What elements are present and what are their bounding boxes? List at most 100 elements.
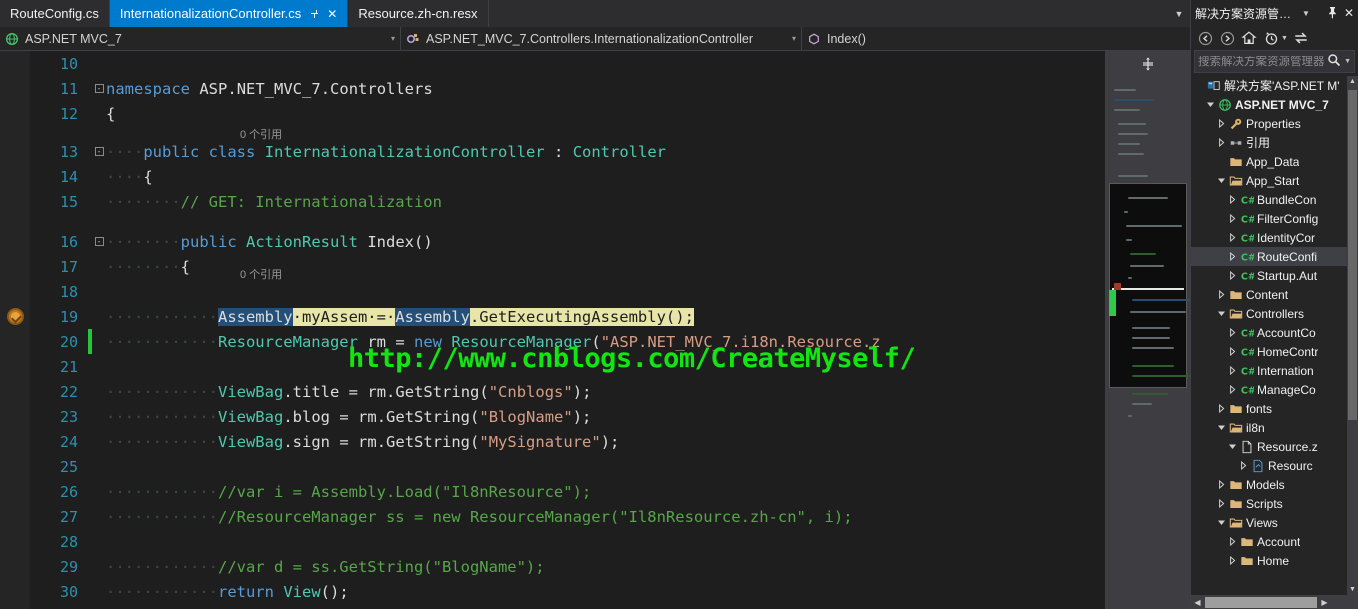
code-text[interactable]: ············ResourceManager rm = new Res… [106,333,1105,351]
home-button[interactable] [1240,29,1258,47]
code-text[interactable]: ············ViewBag.sign = rm.GetString(… [106,433,1105,451]
tree-item[interactable]: Models [1191,475,1347,494]
minimap-splitter-bar[interactable] [1106,51,1190,75]
expand-arrow-down-icon[interactable] [1215,518,1228,527]
expand-arrow-right-icon[interactable] [1226,537,1239,546]
code-line[interactable]: 13 - ····public class Internationalization… [30,139,1105,164]
code-line[interactable]: 18 [30,279,1105,304]
collapse-icon[interactable]: - [94,84,104,93]
code-text[interactable]: ············//ResourceManager ss = new R… [106,508,1105,526]
collapse-icon[interactable]: - [94,237,104,246]
code-line[interactable]: 24 ············ViewBag.sign = rm.GetStrin… [30,429,1105,454]
expand-arrow-right-icon[interactable] [1215,138,1228,147]
tree-item[interactable]: Views [1191,513,1347,532]
tree-item[interactable]: Properties [1191,114,1347,133]
back-button[interactable] [1196,29,1214,47]
chevron-down-icon[interactable]: ▾ [383,34,395,43]
tab-routeconfig[interactable]: RouteConfig.cs [0,0,110,27]
code-text[interactable]: ············return View(); [106,583,1105,601]
code-text[interactable]: ····public class InternationalizationCon… [106,143,1105,161]
tree-item[interactable]: 引用 [1191,133,1347,152]
editor-text-area[interactable]: 10 11- namespace ASP.NET_MVC_7.Controllers… [30,51,1105,609]
code-line[interactable]: 30 ············return View(); [30,579,1105,604]
code-line[interactable]: 22 ············ViewBag.title = rm.GetStri… [30,379,1105,404]
close-icon[interactable]: ✕ [1344,7,1354,19]
code-text[interactable]: ············//var i = Assembly.Load("Il8… [106,483,1105,501]
code-line[interactable]: 29 ············//var d = ss.GetString("Bl… [30,554,1105,579]
code-line[interactable]: 17 ········{ [30,254,1105,279]
chevron-down-icon[interactable]: ▾ [784,34,796,43]
expand-arrow-right-icon[interactable] [1226,556,1239,565]
tree-item[interactable]: Scripts [1191,494,1347,513]
expand-arrow-down-icon[interactable] [1204,100,1217,109]
code-text[interactable]: namespace ASP.NET_MVC_7.Controllers [106,80,1105,98]
tree-item[interactable]: Controllers [1191,304,1347,323]
editor-glyph-margin[interactable] [0,51,30,609]
expand-arrow-right-icon[interactable] [1215,480,1228,489]
code-line[interactable]: 20 ············ResourceManager rm = new R… [30,329,1105,354]
expand-arrow-right-icon[interactable] [1226,195,1239,204]
expand-arrow-right-icon[interactable] [1237,461,1250,470]
code-line[interactable]: 19 ············Assembly·myAssem·=·Assembl… [30,304,1105,329]
bookmark-icon[interactable] [7,308,24,325]
forward-button[interactable] [1218,29,1236,47]
navbar-project-dropdown[interactable]: ASP.NET MVC_7 ▾ [0,27,400,50]
scroll-up-arrow-icon[interactable]: ▲ [1347,76,1358,87]
pin-icon[interactable] [1327,6,1338,21]
code-line[interactable]: 28 [30,529,1105,554]
tree-item[interactable]: ASP.NET MVC_7 [1191,95,1347,114]
expand-arrow-down-icon[interactable] [1215,423,1228,432]
scroll-left-arrow-icon[interactable]: ◀ [1191,598,1204,607]
code-line[interactable]: 16 - ········public ActionResult Index() [30,229,1105,254]
expand-arrow-right-icon[interactable] [1226,347,1239,356]
tree-item[interactable]: C# IdentityCor [1191,228,1347,247]
expand-arrow-right-icon[interactable] [1226,385,1239,394]
horizontal-scroll-thumb[interactable] [1205,596,1317,608]
code-line[interactable]: 21 [30,354,1105,379]
navbar-member-dropdown[interactable]: Index() [802,27,1190,50]
tree-item[interactable]: il8n [1191,418,1347,437]
expand-arrow-right-icon[interactable] [1226,233,1239,242]
expand-arrow-right-icon[interactable] [1226,214,1239,223]
expand-arrow-right-icon[interactable] [1226,366,1239,375]
code-line[interactable]: 14 ····{ [30,164,1105,189]
expand-arrow-right-icon[interactable] [1215,404,1228,413]
code-text[interactable]: { [106,105,1105,123]
code-text[interactable]: ············//var d = ss.GetString("Blog… [106,558,1105,576]
tree-item[interactable]: C# Internation [1191,361,1347,380]
collapse-icon[interactable]: - [94,147,104,156]
code-line[interactable]: 12 { [30,101,1105,126]
code-text[interactable]: ········public ActionResult Index() [106,233,1105,251]
expand-arrow-right-icon[interactable] [1215,119,1228,128]
chevron-down-icon[interactable]: ▼ [1281,35,1288,42]
code-line[interactable]: 15 ········// GET: Internationalization [30,189,1105,214]
code-text[interactable]: ············ViewBag.blog = rm.GetString(… [106,408,1105,426]
scroll-down-arrow-icon[interactable]: ▼ [1347,584,1358,595]
expand-arrow-down-icon[interactable] [1215,309,1228,318]
pending-changes-button[interactable] [1262,29,1280,47]
code-line[interactable]: 26 ············//var i = Assembly.Load("I… [30,479,1105,504]
code-text[interactable]: ············ViewBag.title = rm.GetString… [106,383,1105,401]
chevron-down-icon[interactable]: ▼ [1344,58,1351,65]
tree-item[interactable]: C# AccountCo [1191,323,1347,342]
expand-arrow-down-icon[interactable] [1215,176,1228,185]
tree-item[interactable]: C# FilterConfig [1191,209,1347,228]
code-text[interactable]: ········// GET: Internationalization [106,193,1105,211]
tree-item[interactable]: App_Start [1191,171,1347,190]
solution-explorer-vertical-scrollbar[interactable]: ▲ ▼ [1347,76,1358,595]
code-text[interactable]: ········{ [106,258,1105,276]
solution-explorer-tree[interactable]: 解决方案'ASP.NET M' ASP.NET MVC_7 Properties 引用… [1191,76,1358,609]
sync-with-active-document-button[interactable] [1292,29,1310,47]
close-icon[interactable]: ✕ [327,8,337,20]
code-line[interactable]: 11 - namespace ASP.NET_MVC_7.Controllers [30,76,1105,101]
tree-item[interactable]: 解决方案'ASP.NET M' [1191,76,1347,95]
code-line[interactable]: 10 [30,51,1105,76]
code-text[interactable]: ············Assembly·myAssem·=·Assembly.… [106,307,1105,326]
tree-item[interactable]: App_Data [1191,152,1347,171]
tree-item[interactable]: Resource.z [1191,437,1347,456]
tree-item[interactable]: Home [1191,551,1347,570]
search-input[interactable] [1198,55,1328,68]
search-icon[interactable] [1327,53,1341,70]
tree-item[interactable]: Resourc [1191,456,1347,475]
tree-item[interactable]: Content [1191,285,1347,304]
